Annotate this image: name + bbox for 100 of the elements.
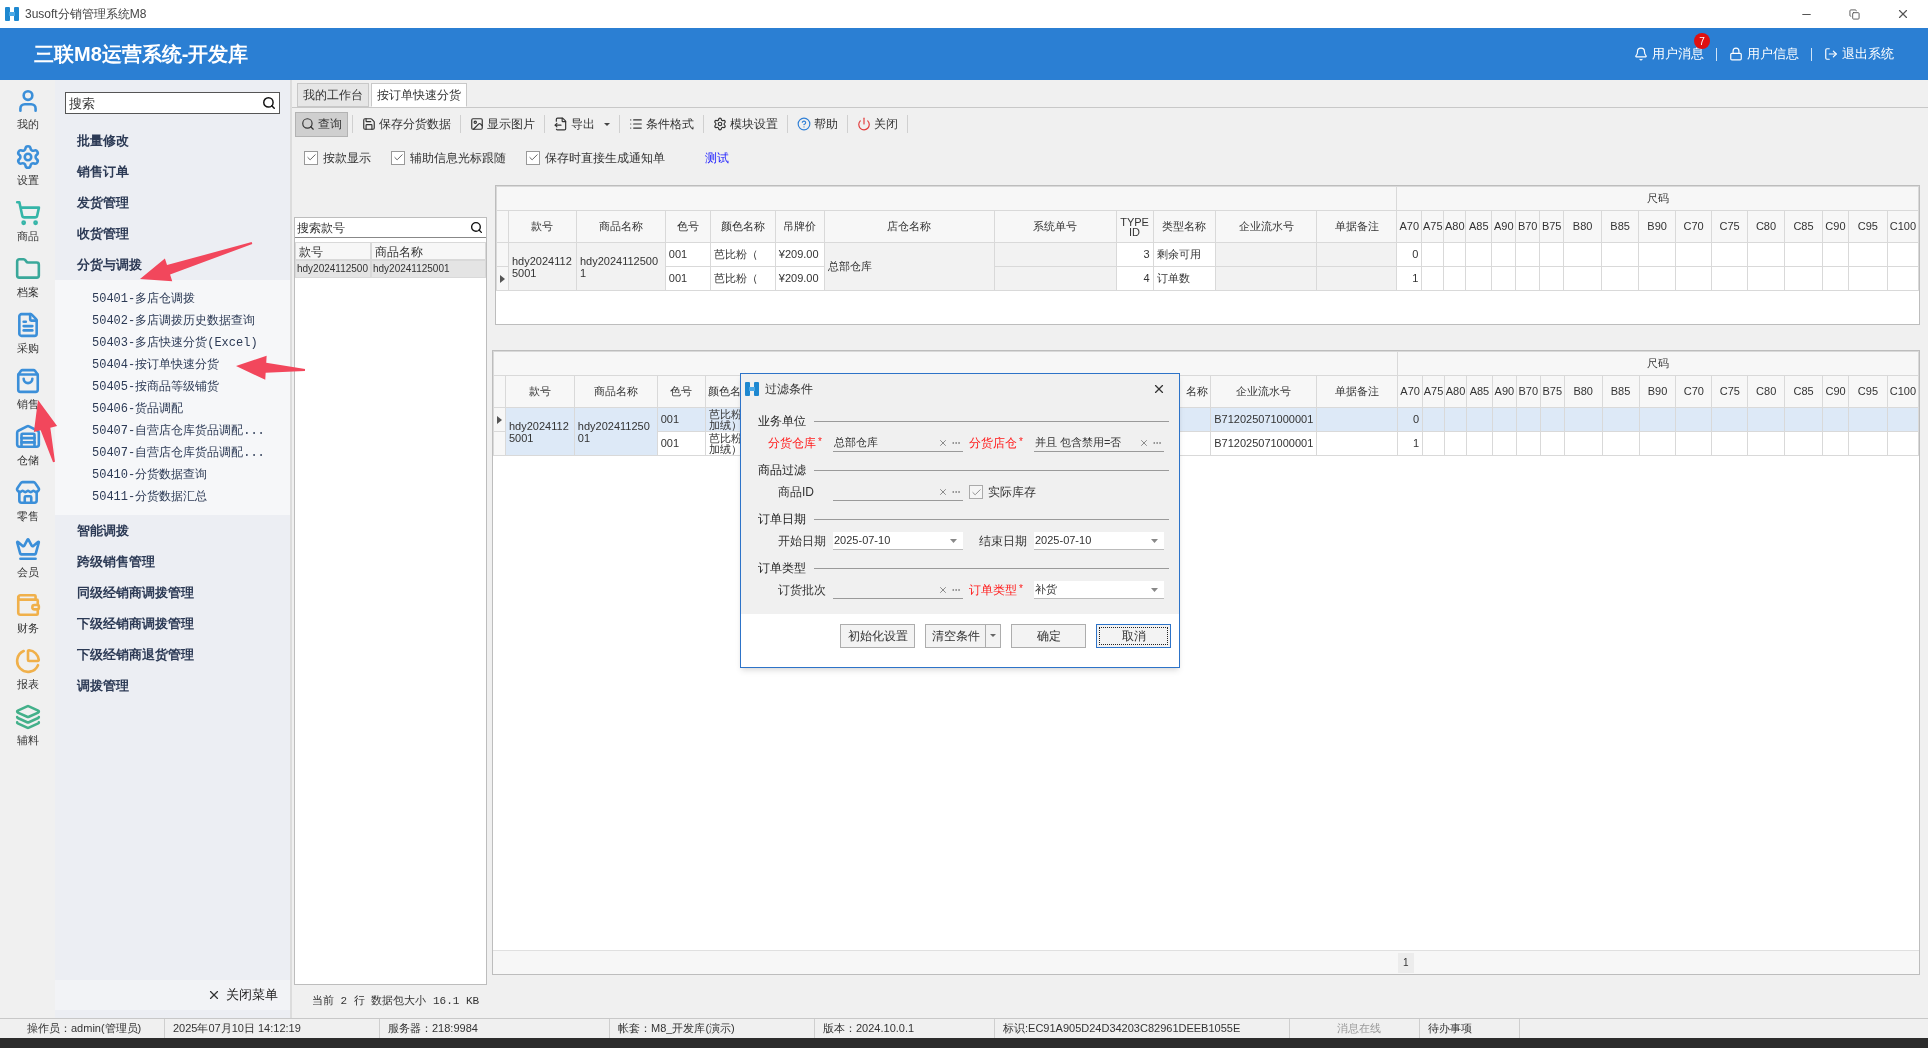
rail-item[interactable]: 财务 bbox=[1, 586, 54, 642]
dialog-button[interactable]: 确定 bbox=[1011, 623, 1086, 648]
caret-icon bbox=[990, 634, 996, 637]
column-header[interactable]: 色号 bbox=[657, 375, 706, 408]
rail-item[interactable]: 采购 bbox=[1, 306, 54, 362]
column-header[interactable]: 款号 bbox=[295, 242, 371, 260]
menu-item[interactable]: 50403-多店快速分货(Excel) bbox=[55, 332, 290, 354]
table-cell: 订单数 bbox=[1153, 266, 1216, 291]
table-cell: B712025071000001 bbox=[1210, 431, 1317, 456]
rail-item[interactable]: 仓储 bbox=[1, 418, 54, 474]
tab[interactable]: 按订单快速分货 bbox=[371, 83, 467, 107]
checkbox[interactable] bbox=[391, 150, 405, 165]
menu-group[interactable]: 下级经销商调拨管理 bbox=[55, 608, 290, 639]
toolbar-button[interactable]: 查询 bbox=[295, 111, 348, 137]
toolbar-button[interactable]: 导出 bbox=[549, 111, 615, 137]
column-header[interactable]: 款号 bbox=[508, 210, 577, 243]
clear-icon[interactable] bbox=[938, 437, 948, 448]
column-header[interactable]: 款号 bbox=[505, 375, 575, 408]
column-header[interactable]: 单据备注 bbox=[1316, 375, 1398, 408]
column-header[interactable]: 吊牌价 bbox=[775, 210, 825, 243]
search-icon[interactable] bbox=[262, 96, 276, 110]
menu-group[interactable]: 同级经销商调拨管理 bbox=[55, 577, 290, 608]
rail-item[interactable]: 商品 bbox=[1, 194, 54, 250]
menu-item[interactable]: 50405-按商品等级铺货 bbox=[55, 376, 290, 398]
field-label: 订单类型 * bbox=[969, 582, 1024, 599]
search-field[interactable]: 搜索 bbox=[65, 92, 280, 114]
clear-icon[interactable] bbox=[938, 486, 948, 497]
dropdown-field[interactable]: 2025-07-10 bbox=[833, 532, 963, 550]
menu-item[interactable]: 50404-按订单快速分货 bbox=[55, 354, 290, 376]
toolbar-button[interactable]: 模块设置 bbox=[708, 111, 783, 137]
menu-item[interactable]: 50402-多店调拨历史数据查询 bbox=[55, 310, 290, 332]
status-summary: 当前 2 行 数据包大小 16.1 KB bbox=[312, 994, 480, 1010]
dropdown-field[interactable]: 补货 bbox=[1034, 581, 1164, 599]
checkbox[interactable] bbox=[526, 150, 540, 165]
menu-group[interactable]: 销售订单 bbox=[55, 156, 290, 187]
rail-item[interactable]: 档案 bbox=[1, 250, 54, 306]
search-icon[interactable] bbox=[470, 221, 483, 234]
rail-item[interactable]: 我的 bbox=[1, 82, 54, 138]
rail-item[interactable]: 辅料 bbox=[1, 698, 54, 754]
clear-conditions-button[interactable]: 清空条件 bbox=[925, 623, 1001, 648]
dialog-button[interactable]: 初始化设置 bbox=[840, 623, 915, 648]
header-link[interactable]: 用户信息 bbox=[1729, 44, 1799, 64]
tab[interactable]: 我的工作台 bbox=[297, 83, 369, 107]
column-header[interactable]: 商品名称 bbox=[574, 375, 658, 408]
restore-icon[interactable] bbox=[1849, 8, 1860, 20]
column-header[interactable]: 系统单号 bbox=[994, 210, 1117, 243]
menu-group[interactable]: 分货与调拨 bbox=[55, 249, 290, 280]
logout-icon bbox=[1824, 47, 1838, 61]
menu-item[interactable]: 50407-自营店仓库货品调配... bbox=[55, 420, 290, 442]
link[interactable]: 测试 bbox=[705, 148, 729, 167]
column-header[interactable]: 单据备注 bbox=[1316, 210, 1397, 243]
rail-item[interactable]: 设置 bbox=[1, 138, 54, 194]
lookup-field[interactable]: 并且 包含禁用=否 bbox=[1034, 434, 1164, 452]
close-icon[interactable] bbox=[1896, 7, 1910, 21]
checkbox[interactable] bbox=[969, 485, 983, 499]
menu-group[interactable]: 跨级销售管理 bbox=[55, 546, 290, 577]
clear-icon[interactable] bbox=[1139, 437, 1149, 448]
toolbar-button[interactable]: 条件格式 bbox=[624, 111, 699, 137]
toolbar-button[interactable]: 保存分货数据 bbox=[357, 111, 456, 137]
caret-icon[interactable] bbox=[950, 538, 957, 543]
rail-item[interactable]: 会员 bbox=[1, 530, 54, 586]
toolbar-button[interactable]: 帮助 bbox=[792, 111, 843, 137]
caret-icon[interactable] bbox=[1151, 538, 1158, 543]
page-number[interactable]: 1 bbox=[1398, 952, 1414, 973]
warehouse-icon bbox=[14, 423, 41, 450]
clear-icon[interactable] bbox=[938, 584, 948, 595]
menu-item[interactable]: 50410-分货数据查询 bbox=[55, 464, 290, 486]
menu-item[interactable]: 50401-多店仓调拨 bbox=[55, 288, 290, 310]
toolbar-button[interactable]: 显示图片 bbox=[465, 111, 540, 137]
close-menu-button[interactable]: 关闭菜单 bbox=[55, 980, 290, 1010]
settings-icon bbox=[713, 117, 727, 131]
rail-item[interactable]: 销售 bbox=[1, 362, 54, 418]
lookup-field[interactable]: 总部仓库 bbox=[833, 434, 963, 452]
column-header[interactable]: 颜色名称 bbox=[710, 210, 776, 243]
rail-item[interactable]: 零售 bbox=[1, 474, 54, 530]
menu-item[interactable]: 50411-分货数据汇总 bbox=[55, 486, 290, 508]
menu-group[interactable]: 收货管理 bbox=[55, 218, 290, 249]
header-link[interactable]: 退出系统 bbox=[1824, 44, 1894, 64]
column-header[interactable]: 企业流水号 bbox=[1215, 210, 1317, 243]
menu-group[interactable]: 调拨管理 bbox=[55, 670, 290, 701]
column-header[interactable]: 商品名称 bbox=[371, 242, 486, 260]
dialog-button[interactable]: 取消 bbox=[1096, 623, 1171, 648]
bag-icon bbox=[14, 367, 41, 394]
column-header[interactable]: 店仓名称 bbox=[824, 210, 995, 243]
rail-item[interactable]: 报表 bbox=[1, 642, 54, 698]
checkbox[interactable] bbox=[304, 150, 318, 165]
menu-group[interactable]: 发货管理 bbox=[55, 187, 290, 218]
menu-group[interactable]: 下级经销商退货管理 bbox=[55, 639, 290, 670]
dropdown-field[interactable]: 2025-07-10 bbox=[1034, 532, 1164, 550]
save-icon bbox=[362, 117, 376, 131]
column-header[interactable]: 企业流水号 bbox=[1210, 375, 1317, 408]
close-icon[interactable] bbox=[1152, 382, 1166, 396]
menu-group[interactable]: 批量修改 bbox=[55, 125, 290, 156]
column-header[interactable]: 类型名称 bbox=[1153, 210, 1216, 243]
toolbar-button[interactable]: 关闭 bbox=[852, 111, 903, 137]
menu-item[interactable]: 50407-自营店仓库货品调配... bbox=[55, 442, 290, 464]
column-header[interactable]: 商品名称 bbox=[576, 210, 666, 243]
menu-item[interactable]: 50406-货品调配 bbox=[55, 398, 290, 420]
menu-group[interactable]: 智能调拨 bbox=[55, 515, 290, 546]
caret-icon[interactable] bbox=[1151, 587, 1158, 592]
